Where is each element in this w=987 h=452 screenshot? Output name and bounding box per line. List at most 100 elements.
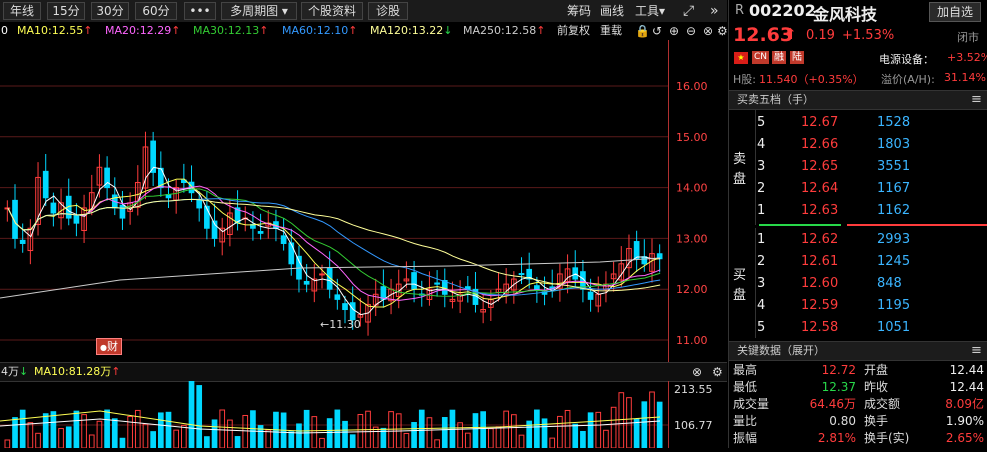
volume-bar <box>73 410 80 449</box>
close-icon[interactable]: ⊗ <box>692 363 702 381</box>
multi-period-dropdown[interactable]: 多周期图 ▾ <box>221 2 297 20</box>
volume-bar <box>426 417 433 449</box>
gear-icon[interactable]: ⚙ <box>717 22 728 40</box>
earnings-event-badge[interactable]: ●财 <box>96 338 122 355</box>
menu-icon[interactable]: ≡ <box>971 342 982 360</box>
key-value: 12.44 <box>949 380 984 394</box>
bid-row[interactable]: 2 12.61 1245 <box>729 252 987 272</box>
diagnose-button[interactable]: 诊股 <box>368 2 408 20</box>
stock-info-button[interactable]: 个股资料 <box>301 2 363 20</box>
event-dot-icon: ● <box>100 343 107 352</box>
volume-label: 4万 <box>1 365 19 378</box>
ma60-label: MA60:12.10 <box>282 24 349 37</box>
ask-price: 12.65 <box>801 159 839 174</box>
overlay-button[interactable]: 重载 <box>600 22 622 40</box>
undo-icon[interactable]: ↺ <box>652 22 662 40</box>
ask-level: 5 <box>757 115 766 130</box>
menu-icon[interactable]: ≡ <box>971 91 982 109</box>
ask-level: 3 <box>757 159 766 174</box>
ask-qty: 3551 <box>877 159 911 174</box>
bid-row[interactable]: 4 12.59 1195 <box>729 296 987 316</box>
close-icon[interactable]: ⊗ <box>703 22 713 40</box>
fullscreen-icon[interactable]: ⤢ <box>683 2 694 20</box>
price-chart[interactable]: 16.00 15.00 14.00 13.00 12.00 11.00 ←11.30 ●财 <box>0 40 727 362</box>
key-label: 昨收 <box>864 380 889 394</box>
collapse-right-icon[interactable]: » <box>710 2 719 20</box>
ma30-value: MA30:12.13↑ <box>193 22 268 40</box>
period-year-button[interactable]: 年线 <box>3 2 41 20</box>
ask-price: 12.63 <box>801 203 839 218</box>
period-30min-button[interactable]: 30分 <box>91 2 129 20</box>
ask-row[interactable]: 2 12.64 1167 <box>729 179 987 199</box>
sector-label[interactable]: 电源设备： <box>879 51 934 67</box>
ask-row[interactable]: 1 12.63 1162 <box>729 201 987 221</box>
ask-row[interactable]: 5 12.67 1528 <box>729 113 987 133</box>
down-arrow-icon: ↓ <box>443 24 453 37</box>
volume-bar <box>487 428 494 449</box>
market-status: 闭市 <box>957 31 979 44</box>
volume-bar <box>4 439 11 449</box>
key-value: 12.44 <box>949 363 984 377</box>
volume-bar <box>411 422 417 449</box>
zoom-out-icon[interactable]: ⊖ <box>686 22 696 40</box>
ma10-value: MA10:12.55↑ <box>17 22 92 40</box>
volume-bar <box>464 432 471 449</box>
adjust-mode-button[interactable]: 前复权 <box>557 22 590 40</box>
price-tick-label: 13.00 <box>676 232 708 245</box>
gear-icon[interactable]: ⚙ <box>712 363 723 381</box>
price-tick-label: 14.00 <box>676 182 708 195</box>
ask-row[interactable]: 4 12.66 1803 <box>729 135 987 155</box>
volume-bar <box>173 429 180 449</box>
tools-dropdown[interactable]: 工具▾ <box>635 2 665 20</box>
key-label: 换手 <box>864 414 889 428</box>
volume-bar <box>150 431 156 449</box>
volume-bar <box>388 411 394 449</box>
bid-row[interactable]: 1 12.62 2993 <box>729 230 987 250</box>
add-watchlist-button[interactable]: 加自选 <box>929 2 981 22</box>
candlestick-chart[interactable]: 16.00 15.00 14.00 13.00 12.00 11.00 <box>0 40 727 362</box>
bid-price: 12.61 <box>801 254 839 269</box>
lock-icon[interactable]: 🔒 <box>635 22 650 40</box>
chips-button[interactable]: 筹码 <box>567 2 591 20</box>
orderbook-header[interactable]: 买卖五档（手） ≡ <box>729 90 987 110</box>
volume-bar <box>349 434 356 449</box>
tag-cn: CN <box>752 51 770 64</box>
premium-label: 溢价(A/H): <box>881 73 935 86</box>
volume-bar <box>633 418 640 449</box>
candle-body <box>518 273 525 276</box>
volume-bar <box>342 420 348 449</box>
volume-bar <box>296 423 302 449</box>
draw-line-button[interactable]: 画线 <box>600 2 624 20</box>
key-data-header[interactable]: 关键数据（展开） ≡ <box>729 341 987 361</box>
price-change: 0.19 <box>806 28 835 43</box>
more-periods-button[interactable]: ••• <box>184 2 216 20</box>
volume-bars[interactable]: 213.55 106.77 <box>0 380 727 449</box>
bid-row[interactable]: 3 12.60 848 <box>729 274 987 294</box>
volume-chart[interactable]: 213.55 106.77 <box>0 380 727 449</box>
ask-level: 4 <box>757 137 766 152</box>
ma120-value: MA120:13.22↓ <box>370 22 452 40</box>
period-15min-button[interactable]: 15分 <box>47 2 85 20</box>
volume-bar <box>572 423 579 449</box>
bid-row[interactable]: 5 12.58 1051 <box>729 318 987 338</box>
volume-bar <box>595 411 602 449</box>
ma250-value: MA250:12.58↑ <box>463 22 545 40</box>
moving-average-line <box>7 166 661 316</box>
orderbook-title: 买卖五档（手） <box>737 93 814 106</box>
period-60min-button[interactable]: 60分 <box>135 2 177 20</box>
up-arrow-icon: ↑ <box>171 24 181 37</box>
caret-down-icon: ▾ <box>281 4 288 18</box>
volume-bar <box>165 411 172 449</box>
zoom-in-icon[interactable]: ⊕ <box>669 22 679 40</box>
bid-qty: 848 <box>877 276 902 291</box>
bid-level: 5 <box>757 320 766 335</box>
stock-name: 金风科技 <box>813 5 878 24</box>
ask-row[interactable]: 3 12.65 3551 <box>729 157 987 177</box>
volume-bar <box>250 410 256 449</box>
key-label: 振幅 <box>733 431 758 445</box>
margin-flag: R <box>735 3 745 18</box>
volume-bar <box>541 418 548 449</box>
key-label: 换手(实) <box>864 431 910 445</box>
ask-qty: 1162 <box>877 203 911 218</box>
h-share-label: H股: <box>733 73 756 86</box>
